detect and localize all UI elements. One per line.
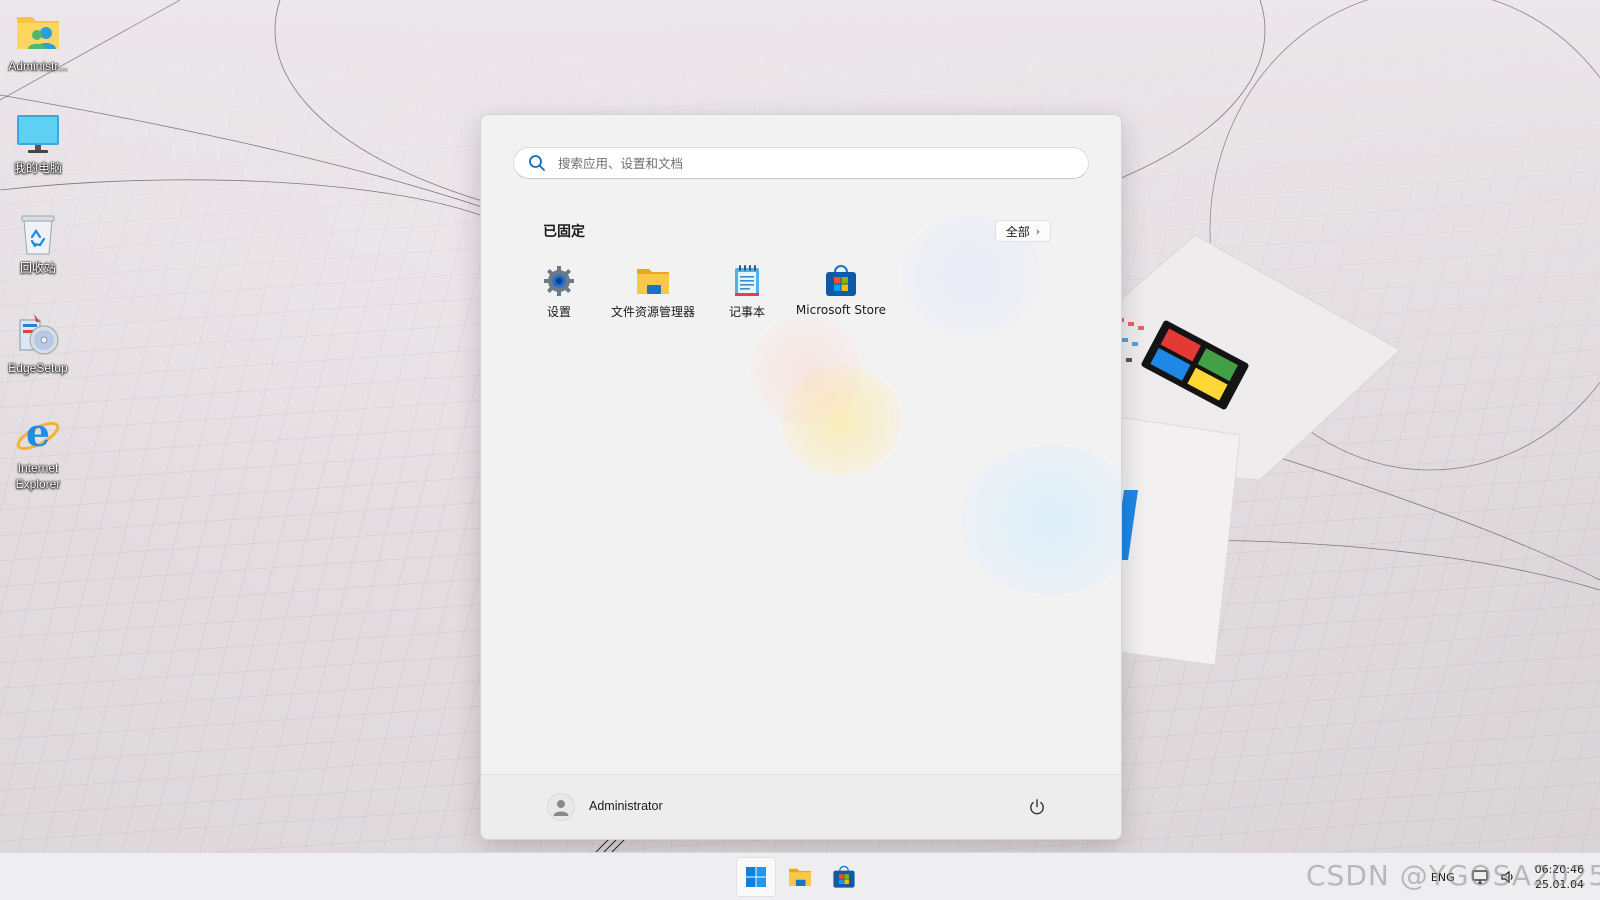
settings-gear-icon [541,263,577,299]
pinned-app-label: 设置 [546,305,571,319]
desktop-icon-recycle-bin[interactable]: 回收站 [0,210,76,276]
start-menu-footer: Administrator [481,774,1121,839]
notepad-icon [729,263,765,299]
desktop-icon-internet-explorer[interactable]: e Internet Explorer [0,410,76,492]
search-box[interactable] [513,147,1089,179]
clock[interactable]: 06:20:46 25.01.04 [1535,862,1584,892]
background-glow [961,445,1121,595]
chevron-right-icon: › [1035,224,1041,238]
windows-start-icon [746,867,766,887]
microsoft-store-icon [823,263,859,299]
desktop-icon-label: 我的电脑 [13,161,62,175]
power-icon [1030,799,1044,815]
user-name[interactable]: Administrator [589,799,663,813]
taskbar-start-button[interactable] [736,857,776,897]
recycle-bin-icon [14,210,62,258]
computer-monitor-icon [14,110,62,158]
taskbar-microsoft-store[interactable] [824,857,864,897]
pinned-section-title: 已固定 [543,224,585,240]
pinned-app-file-explorer[interactable]: 文件资源管理器 [605,263,701,325]
file-explorer-folder-icon [635,263,671,299]
file-explorer-folder-icon [789,868,811,886]
clock-date: 25.01.04 [1535,878,1584,891]
background-glow [751,315,861,425]
volume-icon[interactable] [1499,868,1517,886]
search-icon [529,155,545,171]
search-input[interactable] [556,154,1080,172]
pinned-app-microsoft-store[interactable]: Microsoft Store [793,263,889,325]
desktop-icon-label: EdgeSetup [8,361,68,375]
pinned-app-settings[interactable]: 设置 [511,263,607,325]
system-tray: ENG 06:20:46 25.01.04 [1431,853,1592,900]
internet-explorer-icon: e [14,410,62,458]
pinned-app-label: Microsoft Store [795,303,887,317]
user-folder-icon [14,8,62,56]
desktop-icon-this-pc[interactable]: 我的电脑 [0,110,76,176]
svg-text:e: e [26,410,50,455]
background-glow [781,365,901,475]
microsoft-store-icon [833,865,855,888]
network-icon[interactable] [1471,868,1489,886]
power-button[interactable] [1023,793,1051,821]
pinned-app-label: 记事本 [728,305,765,319]
pinned-app-notepad[interactable]: 记事本 [699,263,795,325]
input-language-indicator[interactable]: ENG [1431,871,1455,884]
clock-time: 06:20:46 [1534,863,1584,876]
desktop-icon-edgesetup[interactable]: EdgeSetup [0,310,76,376]
user-avatar-icon[interactable] [547,793,575,821]
all-apps-button[interactable]: 全部 › [995,220,1051,242]
desktop-icon-label: Administr... [8,59,68,73]
pinned-app-label: 文件资源管理器 [610,305,695,319]
taskbar: ENG 06:20:46 25.01.04 [0,852,1600,900]
desktop-icon-administrator[interactable]: Administr... [0,8,76,74]
start-menu: 已固定 全部 › 设置 [480,114,1122,840]
desktop-icon-label: Internet Explorer [15,461,61,491]
all-apps-label: 全部 [1005,224,1030,239]
taskbar-file-explorer[interactable] [780,857,820,897]
desktop-icon-label: 回收站 [19,261,56,275]
installer-disc-icon [14,310,62,358]
